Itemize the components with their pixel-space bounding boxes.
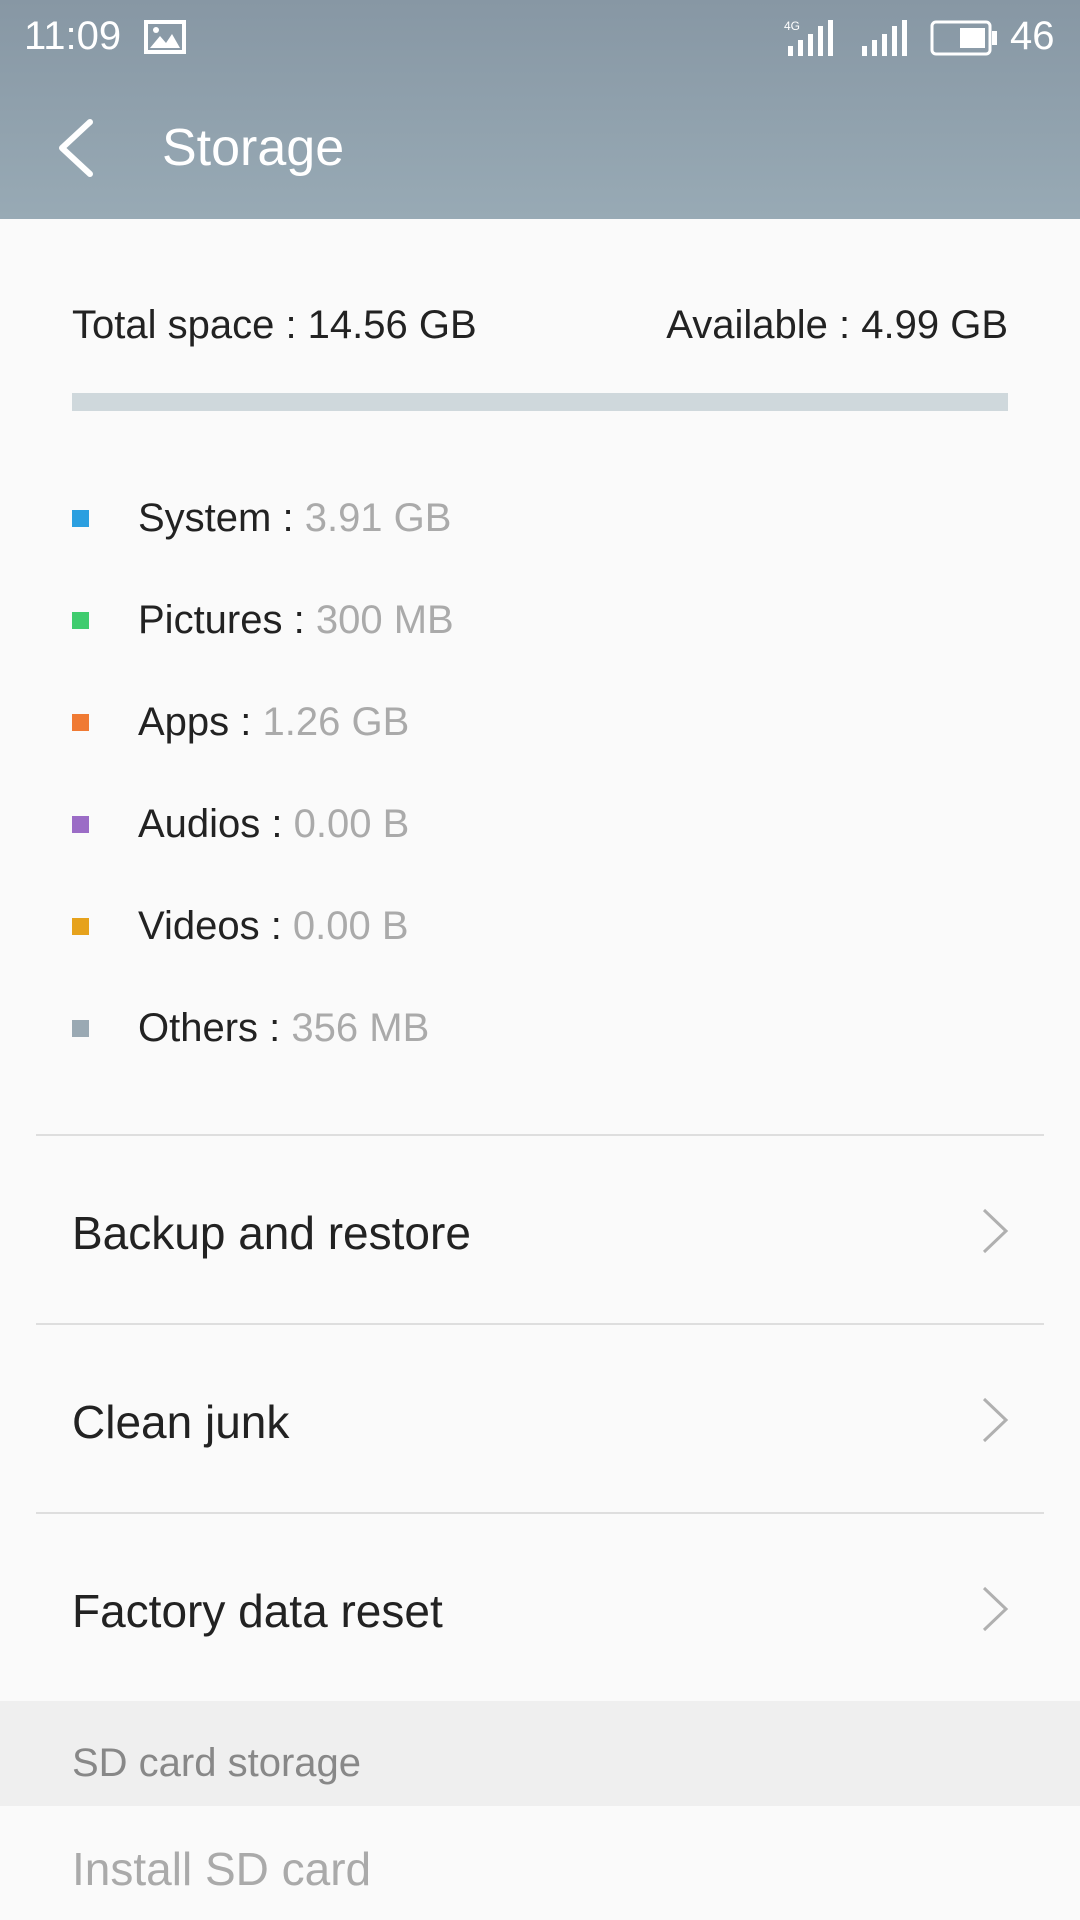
battery-icon — [930, 20, 997, 56]
signal-icon — [862, 20, 907, 56]
menu-label-clean-junk: Clean junk — [72, 1396, 290, 1448]
section-title-sd-card: SD card storage — [72, 1741, 362, 1785]
battery-level: 46 — [1010, 14, 1055, 58]
legend-value-system: 3.91 GB — [304, 496, 452, 540]
legend-value-others: 356 MB — [291, 1006, 430, 1050]
legend-item-videos: Videos : 0.00 B — [72, 896, 972, 956]
page-title: Storage — [162, 119, 345, 177]
sd-card-section-header: SD card storage — [0, 1701, 1080, 1806]
storage-usage-bar — [72, 393, 1008, 411]
legend-label-audios: Audios : — [138, 802, 294, 846]
menu-item-backup-restore[interactable]: Backup and restore — [0, 1136, 1080, 1322]
legend-value-apps: 1.26 GB — [262, 700, 410, 744]
legend-item-system: System : 3.91 GB — [72, 488, 972, 548]
legend-item-apps: Apps : 1.26 GB — [72, 692, 972, 752]
gallery-icon — [144, 20, 186, 54]
app-header: 11:09 4G 46 Storage — [0, 0, 1080, 219]
legend-label-others: Others : — [138, 1006, 292, 1050]
back-arrow-icon[interactable] — [52, 116, 102, 180]
available-space: Available : 4.99 GB — [666, 303, 1008, 347]
status-bar: 11:09 4G 46 — [0, 0, 1080, 76]
legend-label-apps: Apps : — [138, 700, 263, 744]
audios-swatch — [72, 816, 89, 833]
menu-item-clean-junk[interactable]: Clean junk — [0, 1325, 1080, 1511]
legend-value-pictures: 300 MB — [315, 598, 454, 642]
menu-item-factory-reset[interactable]: Factory data reset — [0, 1514, 1080, 1700]
menu-label-backup-restore: Backup and restore — [72, 1207, 471, 1259]
legend-value-audios: 0.00 B — [293, 802, 410, 846]
legend-item-others: Others : 356 MB — [72, 998, 972, 1058]
legend-value-videos: 0.00 B — [292, 904, 409, 948]
chevron-right-icon — [982, 1208, 1009, 1254]
legend-label-videos: Videos : — [138, 904, 293, 948]
legend-label-pictures: Pictures : — [138, 598, 316, 642]
chevron-right-icon — [982, 1586, 1009, 1632]
legend-label-system: System : — [138, 496, 305, 540]
legend-item-pictures: Pictures : 300 MB — [72, 590, 972, 650]
pictures-swatch — [72, 612, 89, 629]
network-type-label: 4G — [784, 19, 800, 33]
legend-item-audios: Audios : 0.00 B — [72, 794, 972, 854]
chevron-right-icon — [982, 1397, 1009, 1443]
videos-swatch — [72, 918, 89, 935]
others-swatch — [72, 1020, 89, 1037]
status-time: 11:09 — [24, 14, 122, 58]
signal-4g-icon: 4G — [784, 19, 833, 56]
apps-swatch — [72, 714, 89, 731]
menu-label-factory-reset: Factory data reset — [72, 1585, 443, 1637]
install-sd-card-label: Install SD card — [72, 1843, 372, 1895]
install-sd-card-item[interactable]: Install SD card — [0, 1806, 1080, 1920]
total-space: Total space : 14.56 GB — [72, 303, 477, 347]
system-swatch — [72, 510, 89, 527]
